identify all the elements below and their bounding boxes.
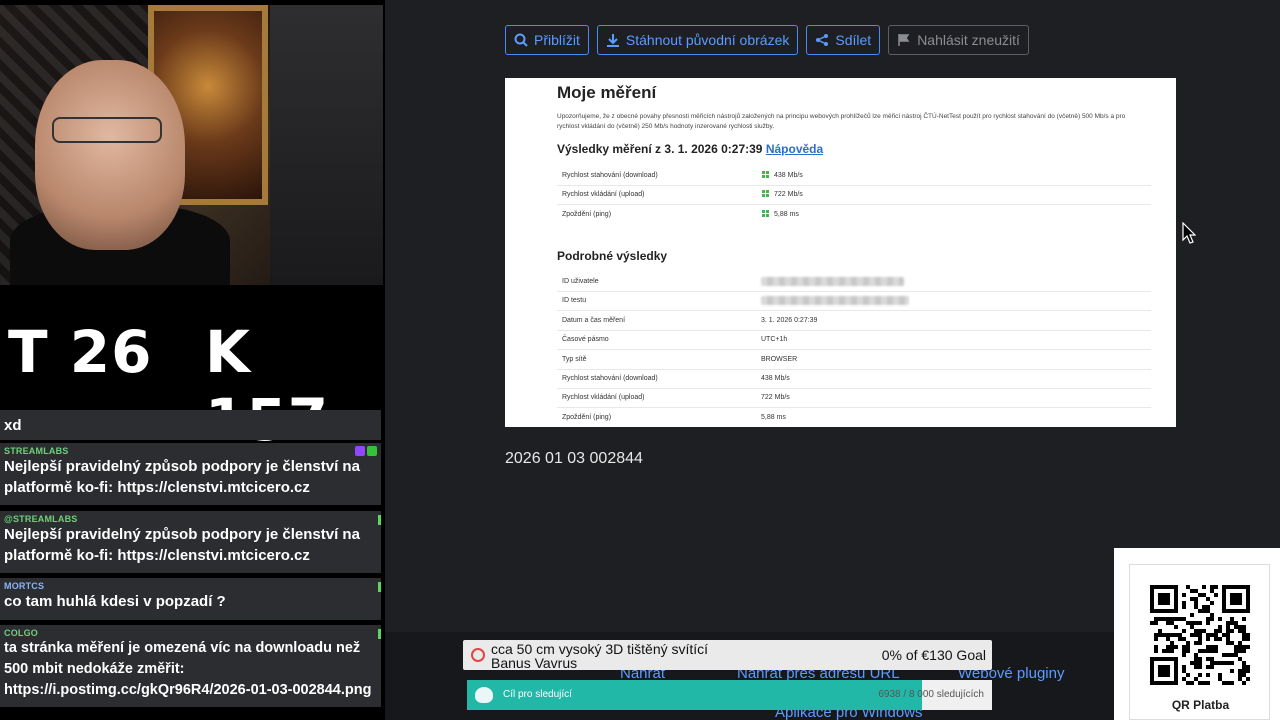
details-heading: Podrobné výsledky: [557, 249, 668, 263]
mouse-cursor-icon: [1182, 222, 1196, 244]
chat-panel: xd STREAMLABS Nejlepší pravidelný způsob…: [0, 405, 381, 720]
screenshot-warning: Upozorňujeme, že z obecné povahy přesnos…: [557, 113, 1126, 130]
chat-message: COLGO ta stránka měření je omezená víc n…: [0, 625, 381, 707]
report-abuse-button[interactable]: Nahlásit zneužití: [888, 25, 1029, 55]
follower-goal-overlay: Cíl pro sledující 6938 / 8 000 sledující…: [467, 680, 992, 710]
qr-code-icon: [1150, 585, 1250, 685]
detail-row: Rychlost stahování (download) 438 Mb/s: [557, 369, 1151, 389]
share-button[interactable]: Sdílet: [806, 25, 881, 55]
ok-icon: [762, 190, 769, 197]
chat-message-text: xd: [4, 417, 22, 434]
follower-goal-count: 6938 / 8 000 sledujících: [878, 689, 984, 700]
zoom-button-label: Přiblížit: [534, 32, 580, 48]
summary-row: Zpoždění (ping) 5,88 ms: [562, 210, 799, 218]
summary-row: Rychlost vkládání (upload) 722 Mb/s: [557, 185, 1151, 205]
mod-badge-icon: [367, 446, 377, 456]
flag-icon: [898, 34, 910, 46]
zoom-button[interactable]: Přiblížit: [505, 25, 589, 55]
chat-badges: [355, 446, 377, 456]
scoreboard: T 26 K 157: [0, 300, 383, 454]
detail-row: ID testu: [557, 291, 1151, 311]
chat-message-text: co tam huhlá kdesi v popzadí ?: [4, 593, 226, 610]
donation-goal: 0% of €130 Goal: [881, 647, 986, 663]
ok-icon: [762, 210, 769, 217]
detail-row: ID uživatele: [557, 272, 1151, 292]
summary-row: Rychlost stahování (download) 438 Mb/s: [557, 166, 1151, 186]
report-button-label: Nahlásit zneužití: [917, 32, 1020, 48]
webcam-feed: [0, 5, 383, 285]
detail-row: Rychlost vkládání (upload) 722 Mb/s: [557, 388, 1151, 408]
zoom-icon: [514, 33, 528, 47]
download-button-label: Stáhnout původní obrázek: [625, 32, 790, 48]
chat-username: COLGO: [4, 628, 38, 638]
qr-label: QR Platba: [1171, 698, 1230, 712]
chat-username: STREAMLABS: [4, 446, 69, 456]
stream-overlay-column: T 26 K 157 xd STREAMLABS Nejlepší pravid…: [0, 0, 385, 720]
results-heading: Výsledky měření z 3. 1. 2026 0:27:39 Náp…: [557, 142, 824, 156]
chat-username: MORTCS: [4, 581, 45, 591]
sub-badge-icon: [355, 446, 365, 456]
share-button-label: Sdílet: [835, 32, 872, 48]
chat-message: @STREAMLABS Nejlepší pravidelný způsob p…: [0, 511, 381, 573]
download-original-button[interactable]: Stáhnout původní obrázek: [596, 25, 799, 55]
score-t: T 26: [8, 318, 153, 386]
image-caption: 2026 01 03 002844: [505, 450, 643, 467]
qr-payment-card: QR Platba: [1114, 548, 1280, 720]
follower-icon: [475, 687, 493, 703]
download-icon: [606, 34, 619, 47]
chat-message-text: Nejlepší pravidelný způsob podpory je čl…: [4, 526, 360, 564]
detail-row: Zpoždění (ping) 5,88 ms: [562, 414, 786, 421]
chat-message: xd: [0, 410, 381, 440]
screenshot-title: Moje měření: [557, 83, 657, 102]
follower-goal-label: Cíl pro sledující: [503, 689, 572, 700]
detail-row: Časové pásmo UTC+1h: [557, 330, 1151, 350]
screen: T 26 K 157 xd STREAMLABS Nejlepší pravid…: [0, 0, 1280, 720]
uploaded-screenshot[interactable]: Moje měření Upozorňujeme, že z obecné po…: [505, 78, 1176, 427]
chat-message: STREAMLABS Nejlepší pravidelný způsob po…: [0, 443, 381, 505]
image-toolbar: Přiblížit Stáhnout původní obrázek Sdíle…: [505, 25, 1029, 55]
donation-line-2: Banus Vavrus: [491, 655, 578, 671]
share-icon: [816, 34, 829, 46]
help-link: Nápověda: [765, 142, 824, 156]
chat-username: @STREAMLABS: [4, 514, 78, 524]
heart-icon: [471, 648, 485, 662]
detail-row: Typ sítě BROWSER: [557, 350, 1151, 370]
redacted-value: [761, 296, 909, 305]
chat-message-text: Nejlepší pravidelný způsob podpory je čl…: [4, 458, 360, 496]
detail-row: Datum a čas měření 3. 1. 2026 0:27:39: [557, 311, 1151, 331]
ok-icon: [762, 171, 769, 178]
chat-message-text: ta stránka měření je omezená víc na down…: [4, 640, 372, 698]
chat-message: MORTCS co tam huhlá kdesi v popzadí ?: [0, 578, 381, 620]
redacted-value: [761, 277, 904, 286]
donation-goal-overlay: cca 50 cm vysoký 3D tištěný svítící Banu…: [463, 640, 992, 671]
